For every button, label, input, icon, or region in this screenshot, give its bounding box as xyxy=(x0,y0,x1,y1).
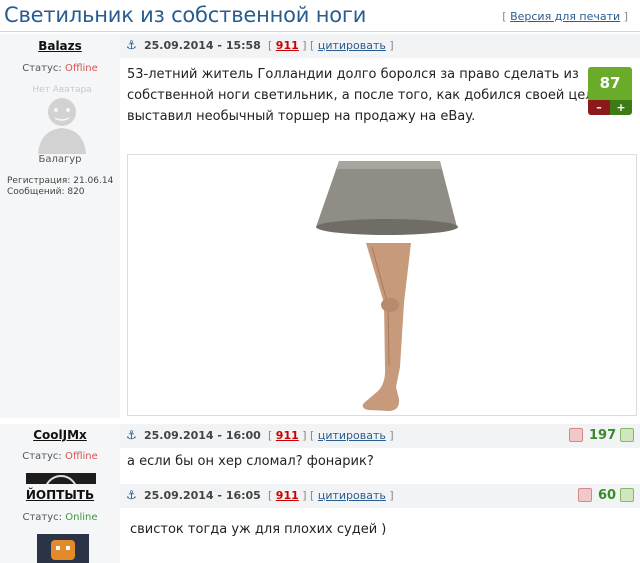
post-2: CoolJMx Статус: Offline ⚓ 25.09.2014 - 1… xyxy=(0,424,640,484)
post-1-image[interactable] xyxy=(127,154,637,416)
post-3-author[interactable]: ЙОПТЫТЬ xyxy=(0,488,120,502)
post-3-quote-link[interactable]: цитировать xyxy=(318,489,386,502)
post-1-rank: Балагур xyxy=(38,154,82,165)
thumb-up-icon[interactable] xyxy=(620,427,635,442)
post-2-rating: 197 xyxy=(569,427,635,446)
post-3-date: 25.09.2014 - 16:05 xyxy=(144,489,261,502)
post-1-header: ⚓ 25.09.2014 - 15:58 [ 911 ] [ цитироват… xyxy=(120,34,640,58)
post-1-rating-value: 87 xyxy=(588,67,632,100)
page-title: Светильник из собственной ноги xyxy=(4,3,367,27)
post-2-text: а если бы он хер сломал? фонарик? xyxy=(127,454,374,469)
post-3-number[interactable]: 911 xyxy=(276,489,299,502)
print-bracket-close: ] xyxy=(620,10,628,23)
post-2-quote-link[interactable]: цитировать xyxy=(318,429,386,442)
post-1-text-line: 53-летний житель Голландии долго боролся… xyxy=(127,67,579,82)
post-3-status-value: Online xyxy=(65,512,98,523)
post-2-status: Статус: Offline xyxy=(0,451,120,462)
post-3-status: Статус: Online xyxy=(0,512,120,523)
post-1-messages: Сообщений: 820 xyxy=(7,187,85,197)
post-1-links: [ 911 ] [ цитировать ] xyxy=(268,39,394,52)
post-2-status-value: Offline xyxy=(64,451,98,462)
avatar-placeholder-text: Нет Аватара xyxy=(32,85,91,95)
post-1-status-label: Статус: xyxy=(22,63,65,74)
avatar[interactable] xyxy=(26,473,96,484)
post-3-text: свисток тогда уж для плохих судей ) xyxy=(130,522,387,537)
post-1-status: Статус: Offline xyxy=(0,63,120,74)
post-2-number[interactable]: 911 xyxy=(276,429,299,442)
post-3-header: ⚓ 25.09.2014 - 16:05 [ 911 ] [ цитироват… xyxy=(120,484,640,508)
post-2-sidebar: CoolJMx Статус: Offline xyxy=(0,424,120,484)
post-1-author[interactable]: Balazs xyxy=(0,39,120,53)
post-1-sidebar: Balazs Статус: Offline Нет Аватара Балаг… xyxy=(0,34,120,418)
post-1-rating: 87 – + xyxy=(588,67,632,115)
post-3-sidebar: ЙОПТЫТЬ Статус: Online xyxy=(0,484,120,563)
post-2-author[interactable]: CoolJMx xyxy=(0,428,120,442)
avatar[interactable]: Нет Аватара xyxy=(30,82,94,154)
anchor-icon[interactable]: ⚓ xyxy=(126,488,137,502)
thumb-down-icon[interactable] xyxy=(569,427,583,442)
post-1-quote-link[interactable]: цитировать xyxy=(318,39,386,52)
post-1-text-line: собственной ноги светильник, а после тог… xyxy=(127,88,607,103)
avatar[interactable] xyxy=(37,534,89,563)
post-2-links: [ 911 ] [ цитировать ] xyxy=(268,429,394,442)
thumb-down-icon[interactable] xyxy=(578,487,592,502)
thumb-up-icon[interactable] xyxy=(620,487,635,502)
post-2-rating-value: 197 xyxy=(589,428,617,443)
post-3-rating: 60 xyxy=(578,487,635,506)
print-version: [ Версия для печати ] xyxy=(502,10,628,23)
plus-icon[interactable]: + xyxy=(610,100,632,115)
post-1-registration: Регистрация: 21.06.14 xyxy=(7,176,114,186)
no-avatar-icon: Нет Аватара xyxy=(32,85,92,154)
anchor-icon[interactable]: ⚓ xyxy=(126,428,137,442)
post-3-rating-value: 60 xyxy=(598,488,617,503)
print-version-link[interactable]: Версия для печати xyxy=(510,10,620,23)
minus-icon[interactable]: – xyxy=(588,100,610,115)
post-2-header: ⚓ 25.09.2014 - 16:00 [ 911 ] [ цитироват… xyxy=(120,424,640,448)
post-1-status-value: Offline xyxy=(64,63,98,74)
post-2-status-label: Статус: xyxy=(22,451,65,462)
leg-lamp-photo xyxy=(316,161,458,411)
post-2-date: 25.09.2014 - 16:00 xyxy=(144,429,261,442)
title-divider xyxy=(0,31,640,32)
post-3: ЙОПТЫТЬ Статус: Online ⚓ 25.09.2014 - 16… xyxy=(0,484,640,563)
post-1-date: 25.09.2014 - 15:58 xyxy=(144,39,261,52)
post-1-text-line: выставил необычный торшер на продажу на … xyxy=(127,109,476,124)
page-header: Светильник из собственной ноги [ Версия … xyxy=(0,0,640,32)
post-1-text: 53-летний житель Голландии долго боролся… xyxy=(127,64,606,127)
post-3-status-label: Статус: xyxy=(22,512,66,523)
print-bracket-open: [ xyxy=(502,10,511,23)
post-1-number[interactable]: 911 xyxy=(276,39,299,52)
post-3-links: [ 911 ] [ цитировать ] xyxy=(268,489,394,502)
anchor-icon[interactable]: ⚓ xyxy=(126,38,137,52)
